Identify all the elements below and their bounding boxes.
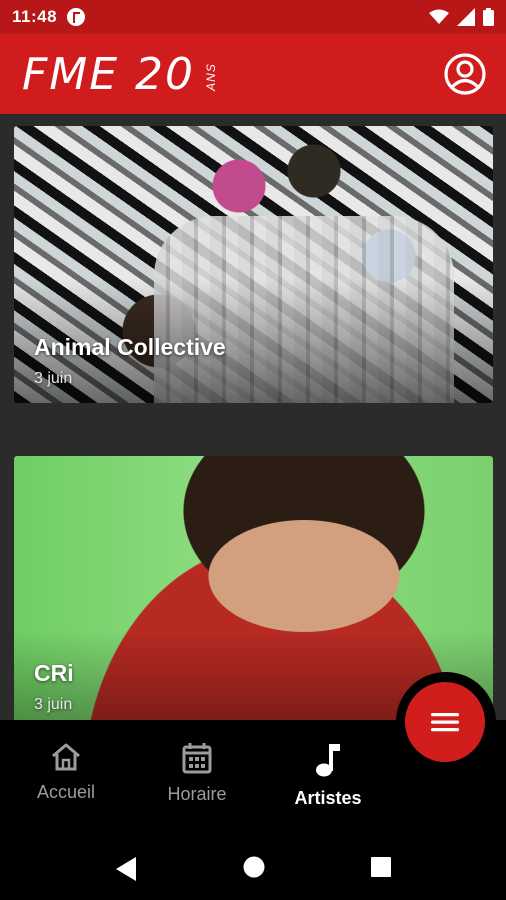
nav-label: Accueil — [36, 782, 96, 802]
nav-label: Horaire — [167, 784, 227, 804]
nav-item-artists[interactable]: Artistes — [263, 742, 393, 809]
wifi-icon — [429, 9, 449, 24]
status-time: 11:48 — [12, 7, 58, 26]
logo-subtext: ANS — [203, 62, 218, 91]
artist-name: Animal Collective — [34, 334, 226, 360]
status-bar: 11:48 — [0, 0, 506, 34]
home-circle-icon[interactable] — [242, 855, 266, 879]
app-bar: FME 20 ANS — [0, 34, 506, 114]
logo-text: FME 20 — [22, 48, 196, 100]
app-notification-icon — [67, 8, 86, 26]
artist-card[interactable]: Animal Collective 3 juin — [14, 126, 493, 403]
signal-icon — [457, 8, 475, 26]
home-icon — [52, 743, 80, 771]
profile-button[interactable] — [442, 51, 488, 97]
recents-icon[interactable] — [370, 856, 392, 878]
menu-icon — [431, 713, 459, 732]
music-note-icon — [316, 744, 340, 777]
status-icons — [429, 8, 494, 26]
artist-date: 3 juin — [34, 696, 73, 713]
calendar-icon — [182, 743, 212, 774]
artist-date: 3 juin — [34, 370, 73, 387]
back-icon[interactable] — [114, 856, 138, 882]
battery-icon — [483, 8, 494, 26]
nav-item-home[interactable]: Accueil — [1, 742, 131, 803]
system-navigation-bar — [0, 840, 506, 900]
nav-label: Artistes — [294, 788, 362, 808]
fme-logo: FME 20 ANS — [22, 49, 225, 100]
artist-list[interactable]: Animal Collective 3 juin CRi 3 juin — [0, 114, 506, 720]
artist-name: CRi — [34, 660, 74, 686]
menu-fab-button[interactable] — [405, 682, 485, 762]
account-circle-icon — [444, 53, 486, 95]
nav-item-schedule[interactable]: Horaire — [132, 742, 262, 805]
